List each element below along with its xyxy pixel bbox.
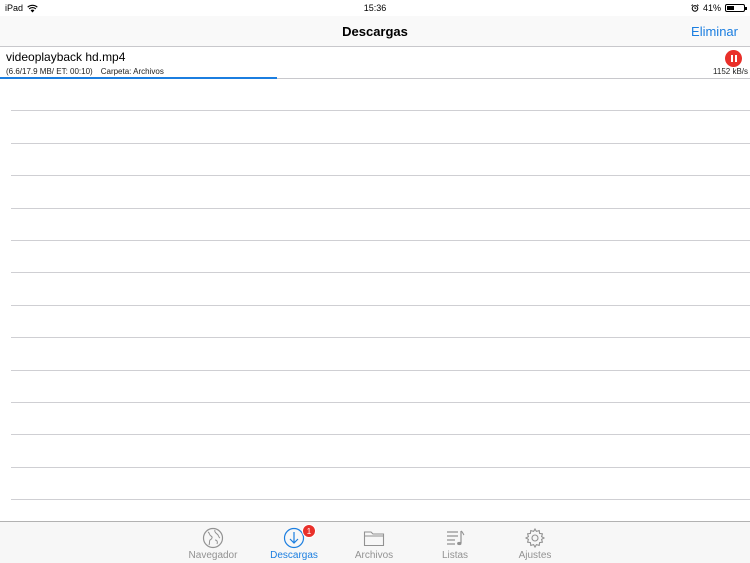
downloads-screen: iPad 15:36 41% Descargas Eliminar videop… [0, 0, 750, 563]
alarm-icon [691, 4, 699, 12]
battery-icon [725, 4, 747, 12]
tab-label: Descargas [270, 550, 318, 561]
pause-icon-bar [734, 55, 737, 62]
tab-label: Listas [441, 550, 469, 561]
tab-label: Archivos [354, 550, 394, 561]
list-row-separator [11, 466, 750, 468]
tab-listas[interactable]: Listas [420, 522, 490, 563]
download-progress-text: (6.6/17.9 MB/ ET: 00:10) [6, 67, 93, 76]
battery-fill [727, 6, 734, 10]
downloads-list [0, 79, 750, 521]
list-row-separator [11, 369, 750, 371]
status-time: 15:36 [363, 3, 387, 13]
page-title: Descargas [342, 24, 408, 39]
list-row-separator [11, 402, 750, 403]
playlist-icon [447, 530, 465, 546]
tab-bar: Navegador 1 Descargas Archivos Listas Aj… [0, 521, 750, 563]
download-speed: 1152 kB/s [713, 67, 748, 76]
pause-icon [730, 55, 733, 62]
download-item[interactable]: videoplayback hd.mp4 (6.6/17.9 MB/ ET: 0… [0, 47, 750, 79]
list-row-separator [11, 337, 750, 339]
list-row-separator [11, 499, 750, 501]
download-file-name: videoplayback hd.mp4 [6, 50, 126, 64]
globe-icon [202, 527, 224, 549]
downloads-badge: 1 [302, 524, 316, 538]
tab-ajustes[interactable]: Ajustes [500, 522, 570, 563]
download-info: (6.6/17.9 MB/ ET: 00:10) Carpeta: Archivo… [6, 67, 164, 76]
status-right: 41% [691, 0, 747, 16]
folder-icon [363, 531, 385, 547]
list-row-separator [11, 110, 750, 112]
tab-descargas[interactable]: 1 Descargas [259, 522, 329, 563]
tab-archivos[interactable]: Archivos [339, 522, 409, 563]
navigation-bar: Descargas Eliminar [0, 16, 750, 47]
list-row-separator [11, 207, 750, 209]
list-row-separator [11, 175, 750, 177]
tab-navegador[interactable]: Navegador [178, 522, 248, 563]
gear-icon [524, 527, 546, 549]
tab-label: Navegador [188, 550, 238, 561]
status-bar: iPad 15:36 41% [0, 0, 750, 16]
delete-button[interactable]: Eliminar [691, 16, 738, 47]
list-row-separator [11, 272, 750, 274]
list-row-separator [11, 240, 750, 241]
list-row-separator [11, 142, 750, 144]
battery-percent: 41% [702, 3, 721, 13]
list-row-separator [11, 304, 750, 306]
pause-button[interactable] [725, 50, 742, 67]
tab-label: Ajustes [518, 550, 552, 561]
download-folder: Carpeta: Archivos [100, 67, 164, 76]
list-row-separator [11, 434, 750, 436]
